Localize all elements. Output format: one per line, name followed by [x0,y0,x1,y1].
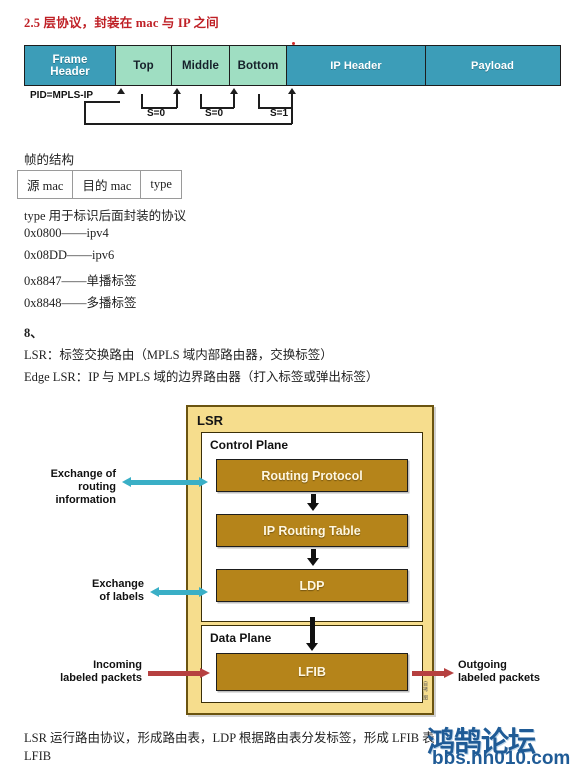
label-outgoing-labeled-packets: Outgoing labeled packets [458,659,582,685]
arrow-down-2 [307,549,319,566]
bracket-v-3a [258,94,260,108]
arrow-incoming-labeled-packets [148,668,210,678]
page-heading: 2.5 层协议，封装在 mac 与 IP 之间 [24,16,219,30]
label-line1: Outgoing [458,659,507,671]
field-middle: Middle [171,45,230,86]
type-value-ipv4: 0x0800——ipv4 [24,226,109,240]
frame-structure-table: 源 mac 目的 mac type [16,170,182,199]
table-cell-src-mac: 源 mac [16,170,74,199]
label-line2: of labels [99,591,144,603]
lsr-title: LSR [197,413,223,428]
annotation-pid: PID=MPLS-IP [30,90,94,101]
frame-header-line1: Frame [52,53,88,66]
bottom-text-line2: LFIB [24,749,52,763]
table-cell-type: type [140,170,182,199]
bracket-v-outer-left [84,102,86,124]
annotation-s0-b: S=0 [205,108,224,119]
arrow-outgoing-labeled-packets [412,668,454,678]
bracket-v-3b [291,94,293,108]
label-line1: Incoming [93,659,142,671]
type-note: type 用于标识后面封装的协议 [24,209,187,223]
box-ldp: LDP [216,569,408,602]
bottom-text-line1: LSR 运行路由协议，形成路由表，LDP 根据路由表分发标签，形成 LFIB 表 [24,731,435,745]
frame-structure-caption: 帧的结构 [24,153,75,167]
mpls-field-row: Frame Header Top Middle Bottom IP Header… [24,45,561,86]
table-row: 源 mac 目的 mac type [16,170,182,199]
bracket-arrowhead-1 [117,88,125,94]
red-marker-dot [292,42,295,45]
type-value-unicast-label: 0x8847——单播标签 [24,274,137,288]
label-exchange-routing-information: Exchange of routing information [22,468,116,507]
data-plane-title: Data Plane [210,631,272,645]
label-line2: routing information [55,481,117,506]
arrow-down-1 [307,494,319,511]
frame-header-line2: Header [50,65,90,78]
bracket-v-outer-right [291,107,293,124]
section-lsr-definition: LSR：标签交换路由（MPLS 域内部路由器，交换标签） [24,348,333,362]
label-line1: Exchange of [50,468,116,480]
box-routing-protocol: Routing Protocol [216,459,408,492]
arrow-down-ldp-to-lfib [306,617,318,653]
arrow-exchange-of-labels [150,587,208,597]
field-ip-header: IP Header [286,45,426,86]
section-edge-lsr-definition: Edge LSR：IP 与 MPLS 域的边界路由器（打入标签或弹出标签） [24,370,379,384]
label-line2: labeled packets [60,672,142,684]
bracket-v-1b [176,94,178,108]
bracket-v-2b [233,94,235,108]
watermark-url: bbs.hh010.com [432,748,571,769]
control-plane-container: Control Plane Routing Protocol IP Routin… [201,432,423,622]
document-page: 2.5 层协议，封装在 mac 与 IP 之间 Frame Header Top… [0,0,588,781]
label-incoming-labeled-packets: Incoming labeled packets [24,659,142,685]
bracket-h-pid [84,101,120,103]
mpls-frame-diagram: Frame Header Top Middle Bottom IP Header… [24,42,564,137]
field-payload: Payload [424,45,561,86]
field-top: Top [114,45,173,86]
bracket-h-outer [84,123,292,125]
field-frame-header: Frame Header [24,45,116,86]
bracket-v-2a [200,94,202,108]
type-value-multicast-label: 0x8848——多播标签 [24,296,137,310]
label-exchange-of-labels: Exchange of labels [52,578,144,604]
section-number-8: 8、 [24,326,43,340]
diagram-side-note: 自拷_图 [422,681,428,701]
label-line1: Exchange [92,578,144,590]
bracket-v-1a [141,94,143,108]
annotation-s1: S=1 [270,108,289,119]
annotation-s0-a: S=0 [147,108,166,119]
box-lfib: LFIB [216,653,408,691]
control-plane-title: Control Plane [210,438,289,452]
box-ip-routing-table: IP Routing Table [216,514,408,547]
field-bottom: Bottom [228,45,288,86]
label-line2: labeled packets [458,672,540,684]
table-cell-dst-mac: 目的 mac [72,170,142,199]
arrow-exchange-routing-information [122,477,208,487]
lsr-diagram-frame: LSR Control Plane Routing Protocol IP Ro… [186,405,434,715]
type-value-ipv6: 0x08DD——ipv6 [24,248,115,262]
